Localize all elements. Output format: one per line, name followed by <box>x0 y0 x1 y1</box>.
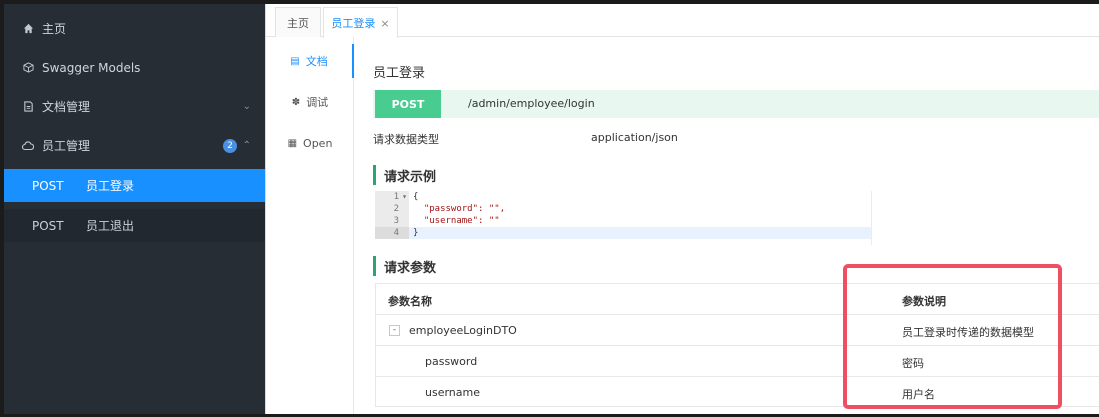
param-name: password <box>425 355 478 368</box>
tab-label: 主页 <box>287 16 309 30</box>
file-icon: ▦ <box>287 137 298 149</box>
current-line-highlight <box>375 227 872 239</box>
endpoint-path: /admin/employee/login <box>468 97 595 110</box>
endpoint-bar: POST /admin/employee/login <box>373 90 1099 118</box>
request-type-value: application/json <box>591 131 678 144</box>
code-line: "password": "", <box>413 204 506 214</box>
line-number: 1 <box>375 191 409 203</box>
document-icon: ▤ <box>290 55 300 67</box>
param-name: username <box>425 386 480 399</box>
close-icon[interactable]: × <box>380 17 389 30</box>
tab-employee-login[interactable]: 员工登录 × <box>323 7 398 38</box>
sidebar-sub-item-login[interactable]: POST 员工登录 <box>4 169 265 202</box>
cloud-icon <box>22 140 34 152</box>
sidebar-item-doc-management[interactable]: 文档管理 ⌄ <box>4 87 265 126</box>
sub-item-label: 员工退出 <box>86 219 135 233</box>
count-badge: 2 <box>223 138 237 153</box>
sidebar-item-label: 文档管理 <box>42 100 91 114</box>
line-number: 2 <box>393 204 399 214</box>
tab-home[interactable]: 主页 <box>275 7 321 37</box>
sidebar-item-label: 主页 <box>42 22 67 36</box>
chevron-down-icon: ⌄ <box>242 101 251 112</box>
chevron-up-icon: ⌃ <box>242 140 251 151</box>
sidebar-item-home[interactable]: 主页 <box>4 9 265 48</box>
code-editor[interactable]: 1 2 3 4 { "password": "", "username": ""… <box>375 191 872 245</box>
doc-tabs: ▤ 文档 ✽ 调试 ▦ Open <box>266 37 354 414</box>
column-header-name: 参数名称 <box>388 295 432 308</box>
bug-icon: ✽ <box>291 96 301 108</box>
param-name: employeeLoginDTO <box>409 324 517 337</box>
document-icon <box>22 101 34 113</box>
collapse-toggle[interactable]: - <box>389 325 400 336</box>
method-label: POST <box>32 218 64 233</box>
code-line: } <box>413 228 419 238</box>
sidebar-item-swagger-models[interactable]: Swagger Models <box>4 48 265 87</box>
request-type-label: 请求数据类型 <box>373 133 439 146</box>
method-label: POST <box>32 178 64 193</box>
sub-item-label: 员工登录 <box>86 179 135 193</box>
sidebar-item-employee-management[interactable]: 员工管理 2 ⌃ <box>4 126 265 165</box>
method-badge: POST <box>375 90 441 118</box>
code-line: "username": "" <box>413 216 500 226</box>
line-number: 4 <box>375 227 409 239</box>
tab-debug[interactable]: ✽ 调试 <box>266 85 354 119</box>
app-window: 主页 Swagger Models 文档管理 ⌄ 员工管理 2 ⌃ POST 员… <box>4 4 1099 414</box>
doc-tab-label: Open <box>303 136 333 150</box>
sidebar-item-label: Swagger Models <box>42 60 141 75</box>
cube-icon <box>22 62 34 74</box>
code-line: { <box>413 192 419 202</box>
tab-doc[interactable]: ▤ 文档 <box>266 44 354 78</box>
sidebar: 主页 Swagger Models 文档管理 ⌄ 员工管理 2 ⌃ POST 员… <box>4 4 265 414</box>
tab-open[interactable]: ▦ Open <box>266 126 354 160</box>
tab-label: 员工登录 <box>331 17 376 30</box>
tab-bar: 主页 员工登录 × <box>266 4 1099 38</box>
highlight-annotation-box <box>843 264 1062 409</box>
line-number: 3 <box>393 216 399 226</box>
home-icon <box>22 23 34 35</box>
editor-divider <box>871 191 872 245</box>
sidebar-sub-item-logout[interactable]: POST 员工退出 <box>4 209 265 242</box>
doc-tab-label: 调试 <box>306 96 329 109</box>
doc-tab-label: 文档 <box>305 55 328 68</box>
request-params-heading: 请求参数 <box>373 256 436 276</box>
request-example-heading: 请求示例 <box>373 165 436 185</box>
api-title: 员工登录 <box>373 66 426 81</box>
